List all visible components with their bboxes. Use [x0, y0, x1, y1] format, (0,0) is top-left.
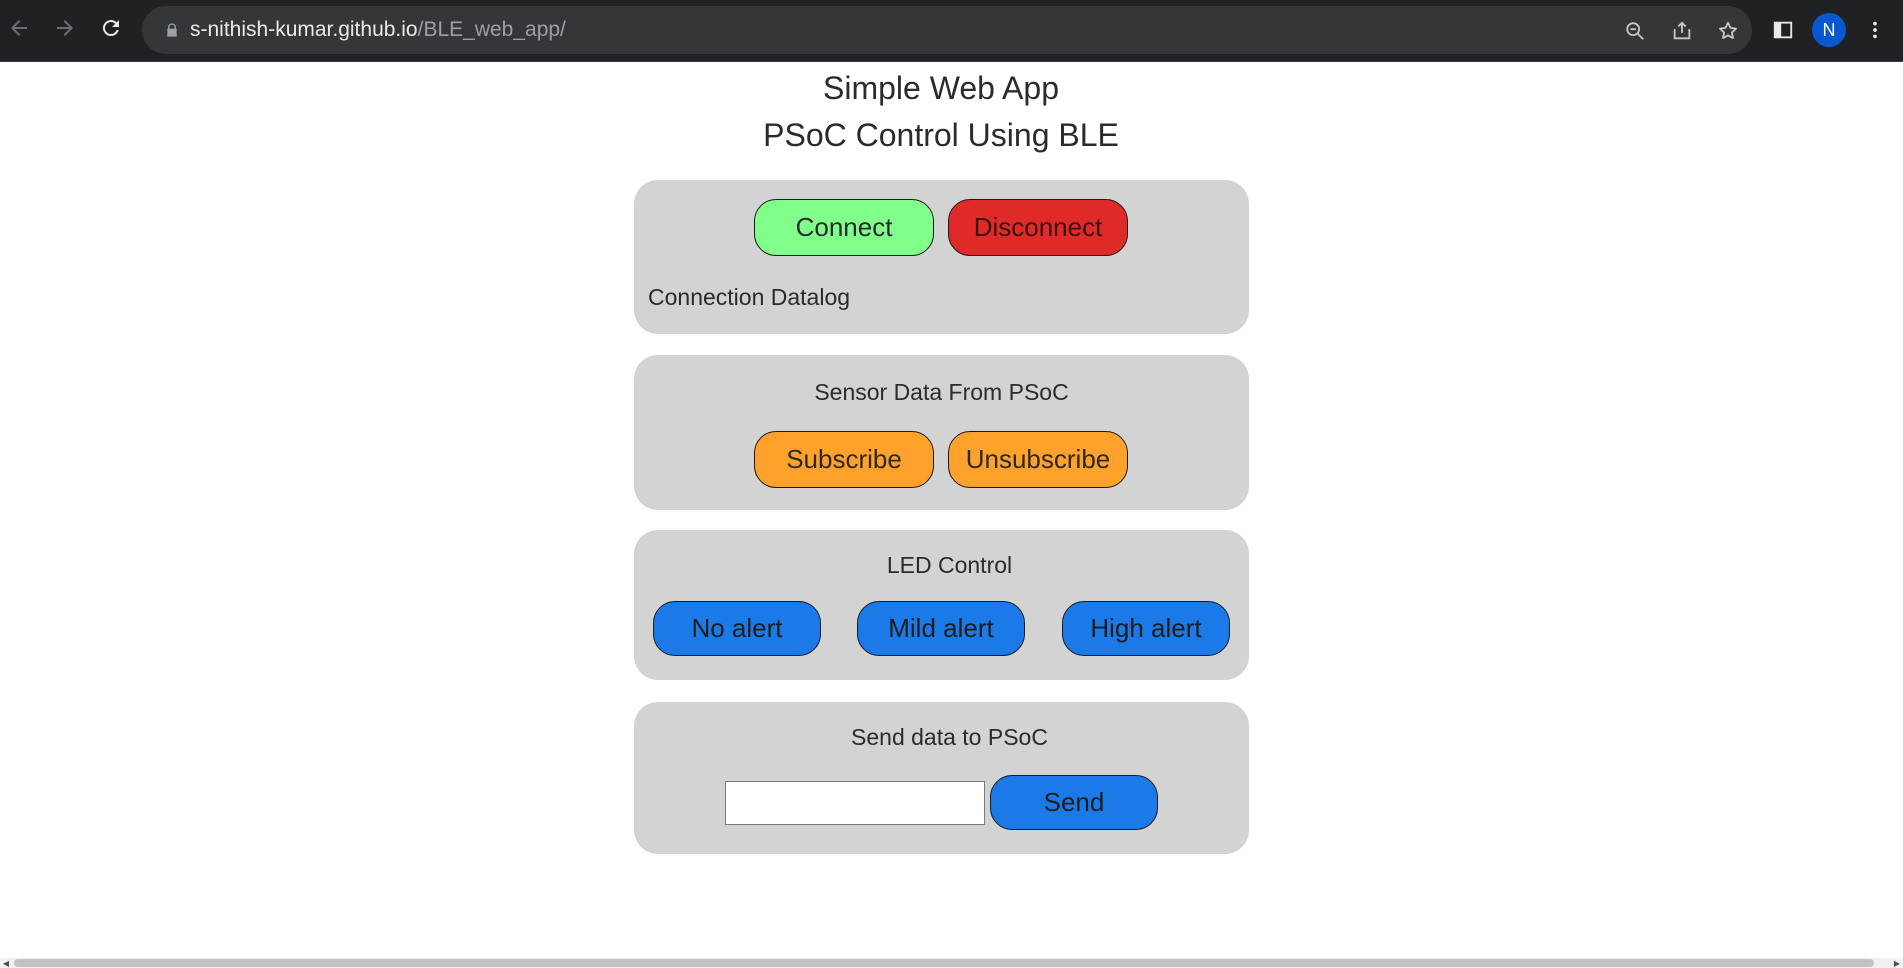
side-panel-icon[interactable]: [1765, 12, 1801, 48]
zoom-out-icon[interactable]: [1622, 18, 1648, 44]
send-data-card: Send data to PSoC Send: [634, 702, 1249, 854]
url-host: s-nithish-kumar.github.io: [190, 18, 418, 41]
forward-button[interactable]: [47, 12, 83, 48]
high-alert-button[interactable]: High alert: [1062, 601, 1230, 656]
connection-card: Connect Disconnect Connection Datalog: [634, 180, 1249, 334]
send-button[interactable]: Send: [990, 775, 1158, 830]
reload-button[interactable]: [93, 12, 129, 48]
url-path: /BLE_web_app/: [417, 18, 566, 41]
address-bar[interactable]: s-nithish-kumar.github.io/BLE_web_app/: [142, 6, 1752, 54]
page-subtitle: PSoC Control Using BLE: [763, 117, 1119, 153]
page-title: Simple Web App: [823, 70, 1059, 106]
back-icon: [7, 16, 31, 45]
led-heading: LED Control: [886, 552, 1013, 578]
scrollbar-thumb[interactable]: [14, 959, 1874, 967]
led-control-card: LED Control No alert Mild alert High ale…: [634, 530, 1249, 680]
url-text: s-nithish-kumar.github.io/BLE_web_app/: [190, 19, 566, 41]
send-data-input[interactable]: [725, 781, 985, 825]
unsubscribe-button[interactable]: Unsubscribe: [948, 431, 1128, 488]
sensor-card: Sensor Data From PSoC Subscribe Unsubscr…: [634, 355, 1249, 510]
scroll-right-icon[interactable]: ▶: [1891, 958, 1903, 968]
more-menu-icon[interactable]: [1857, 12, 1893, 48]
lock-icon[interactable]: [162, 20, 182, 40]
page-content: Simple Web App PSoC Control Using BLE Co…: [0, 62, 1903, 958]
scroll-left-icon[interactable]: ◀: [0, 958, 12, 968]
reload-icon: [99, 16, 123, 45]
disconnect-button[interactable]: Disconnect: [948, 199, 1128, 256]
send-heading: Send data to PSoC: [851, 724, 1048, 750]
back-button[interactable]: [1, 12, 37, 48]
bookmark-star-icon[interactable]: [1715, 18, 1741, 44]
connection-datalog: Connection Datalog: [648, 284, 851, 310]
horizontal-scrollbar[interactable]: ◀ ▶: [0, 958, 1903, 968]
forward-icon: [53, 16, 77, 45]
mild-alert-button[interactable]: Mild alert: [857, 601, 1025, 656]
subscribe-button[interactable]: Subscribe: [754, 431, 934, 488]
connect-button[interactable]: Connect: [754, 199, 934, 256]
profile-avatar[interactable]: N: [1812, 13, 1846, 47]
no-alert-button[interactable]: No alert: [653, 601, 821, 656]
browser-toolbar: s-nithish-kumar.github.io/BLE_web_app/ N: [0, 0, 1903, 62]
share-icon[interactable]: [1669, 18, 1695, 44]
sensor-heading: Sensor Data From PSoC: [814, 379, 1069, 405]
